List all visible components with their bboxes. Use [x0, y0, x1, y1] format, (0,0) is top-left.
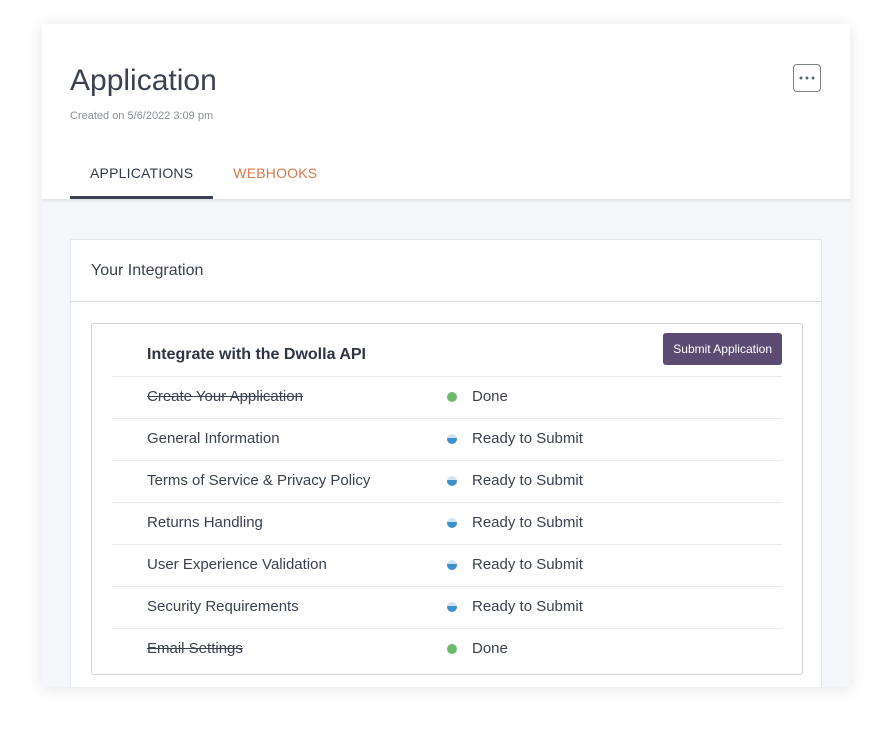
application-card: Application Created on 5/6/2022 3:09 pm … — [42, 24, 850, 687]
step-name[interactable]: General Information — [147, 419, 280, 459]
section-title: Integrate with the Dwolla API — [147, 346, 366, 363]
tab-webhooks[interactable]: WEBHOOKS — [213, 154, 337, 199]
status-dot-icon — [447, 602, 457, 612]
status-dot-icon — [447, 518, 457, 528]
step-row: Security Requirements Ready to Submit — [112, 586, 782, 628]
step-name[interactable]: Terms of Service & Privacy Policy — [147, 461, 370, 501]
ellipsis-icon — [799, 76, 815, 80]
step-name[interactable]: Returns Handling — [147, 503, 263, 543]
tab-applications[interactable]: APPLICATIONS — [70, 154, 214, 199]
step-status: Ready to Submit — [472, 514, 583, 531]
step-status: Ready to Submit — [472, 472, 583, 489]
step-status: Done — [472, 640, 508, 657]
step-status: Ready to Submit — [472, 598, 583, 615]
status-dot-icon — [447, 476, 457, 486]
integration-panel: Your Integration Integrate with the Dwol… — [70, 239, 822, 687]
step-name[interactable]: User Experience Validation — [147, 545, 327, 585]
status-dot-icon — [447, 392, 457, 402]
step-status: Done — [472, 388, 508, 405]
created-date: Created on 5/6/2022 3:09 pm — [70, 110, 214, 122]
status-dot-icon — [447, 560, 457, 570]
panel-title: Your Integration — [71, 240, 821, 302]
integration-steps-box: Integrate with the Dwolla API Submit App… — [91, 323, 803, 675]
page-title: Application — [70, 64, 217, 97]
submit-application-button[interactable]: Submit Application — [663, 333, 782, 365]
tab-bar: APPLICATIONS WEBHOOKS — [70, 154, 337, 199]
step-row: Email Settings Done — [112, 628, 782, 670]
step-status: Ready to Submit — [472, 556, 583, 573]
status-dot-icon — [447, 434, 457, 444]
step-name[interactable]: Email Settings — [147, 629, 243, 669]
step-row: General Information Ready to Submit — [112, 418, 782, 460]
step-name[interactable]: Security Requirements — [147, 587, 299, 627]
step-status: Ready to Submit — [472, 430, 583, 447]
more-options-button[interactable] — [793, 64, 821, 92]
step-row: Terms of Service & Privacy Policy Ready … — [112, 460, 782, 502]
step-name[interactable]: Create Your Application — [147, 377, 303, 417]
step-row: Returns Handling Ready to Submit — [112, 502, 782, 544]
steps-list: Create Your Application Done General Inf… — [112, 376, 782, 670]
page-header: Application Created on 5/6/2022 3:09 pm … — [42, 24, 850, 199]
status-dot-icon — [447, 644, 457, 654]
step-row: Create Your Application Done — [112, 376, 782, 418]
step-row: User Experience Validation Ready to Subm… — [112, 544, 782, 586]
